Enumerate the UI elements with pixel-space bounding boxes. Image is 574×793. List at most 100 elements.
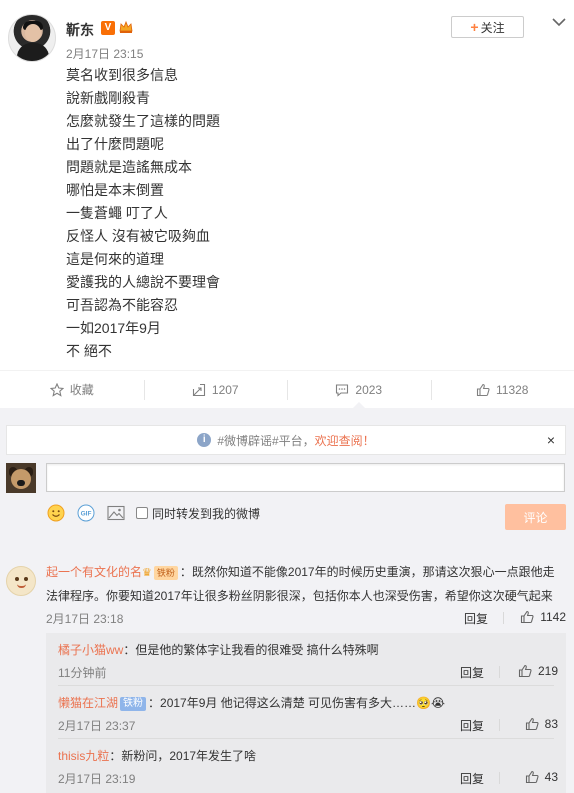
divider (503, 612, 504, 624)
comment-like-count: 1142 (540, 610, 566, 624)
post-line: 怎麼就發生了這樣的問題 (66, 113, 220, 129)
reply-like-button[interactable]: 43 (525, 770, 558, 784)
comment-list: 起一个有文化的名♛ 铁粉 ：既然你知道不能像2017年的时候历史重演，那请这次狠心一… (0, 543, 574, 793)
forward-button[interactable]: 1207 (143, 371, 288, 408)
forward-checkbox[interactable] (136, 507, 148, 519)
action-bar: 收藏 1207 2023 11328 (0, 370, 574, 408)
my-avatar[interactable] (6, 463, 36, 493)
comment-text: 起一个有文化的名♛ 铁粉 ：既然你知道不能像2017年的时候历史重演，那请这次狠心一… (46, 561, 566, 608)
reply-divider (58, 738, 554, 739)
thumbs-up-icon (518, 664, 532, 678)
replier-name[interactable]: thisis九粒 (58, 749, 109, 763)
reply-like-count: 219 (537, 664, 558, 678)
post-line: 可吾認為不能容忍 (66, 297, 178, 313)
like-count: 11328 (496, 382, 529, 397)
reply-like-count: 43 (544, 770, 558, 784)
post-line: 莫名收到很多信息 (66, 67, 178, 83)
follow-label: 关注 (480, 20, 505, 35)
reply-body: ：2017年9月 他记得这么清楚 可见伤害有多大……🥺😭 (148, 696, 446, 710)
post-line: 一如2017年9月 (66, 320, 161, 336)
commenter-avatar[interactable] (6, 566, 36, 596)
reply-meta: 11分钟前 回复 219 (58, 664, 558, 680)
svg-text:GIF: GIF (81, 511, 92, 518)
like-button[interactable]: 11328 (430, 371, 574, 408)
reply-button[interactable]: 回复 (464, 610, 488, 627)
reply-time: 11分钟前 (58, 666, 107, 680)
divider (499, 719, 500, 731)
reply-meta: 2月17日 23:19 回复 43 (58, 770, 558, 786)
post-line: 哪怕是本末倒置 (66, 182, 164, 198)
post-line: 出了什麼問題呢 (66, 136, 164, 152)
post-line: 一隻蒼蠅 叮了人 (66, 205, 168, 221)
thumbs-up-icon (525, 770, 539, 784)
star-icon (49, 382, 64, 397)
info-icon: i (197, 433, 212, 447)
reply-item: 橘子小猫ww：但是他的繁体字让我看的很难受 搞什么特殊啊 11分钟前 回复 21… (58, 641, 558, 680)
vip-crown-icon[interactable] (118, 19, 134, 35)
post-time[interactable]: 2月17日 23:15 (66, 45, 143, 62)
comment-icon (335, 383, 349, 397)
close-icon[interactable]: × (547, 432, 555, 448)
author-avatar[interactable] (8, 14, 56, 62)
gif-icon[interactable]: GIF (76, 503, 96, 523)
image-icon[interactable] (106, 503, 126, 523)
comment-like-button[interactable]: 1142 (520, 610, 566, 624)
thumbs-up-icon (525, 717, 539, 731)
reply-text: 懒猫在江湖 铁粉 ：2017年9月 他记得这么清楚 可见伤害有多大……🥺😭 (58, 694, 558, 712)
plus-icon: + (470, 19, 479, 35)
comment-count: 2023 (355, 382, 383, 397)
submit-comment-button[interactable]: 评论 (505, 504, 566, 530)
post-line: 反怪人 沒有被它吸夠血 (66, 228, 210, 244)
follow-button[interactable]: + 关注 (451, 16, 524, 38)
reply-button[interactable]: 回复 (460, 664, 484, 681)
post-line: 說新戲剛殺青 (66, 90, 150, 106)
divider (499, 772, 500, 784)
reply-like-button[interactable]: 219 (518, 664, 558, 678)
verified-badge-icon[interactable]: V (101, 21, 115, 35)
fan-badge[interactable]: 铁粉 (153, 565, 178, 580)
fan-badge[interactable]: 铁粉 (120, 696, 147, 711)
comment-meta: 2月17日 23:18 回复 1142 (46, 610, 566, 626)
post-line: 愛護我的人總說不要理會 (66, 274, 220, 290)
reply-body: ：新粉问，2017年发生了啥 (109, 749, 257, 763)
notice-link[interactable]: 欢迎查阅！ (315, 432, 375, 449)
divider (499, 666, 500, 678)
author-name[interactable]: 靳东 (66, 20, 94, 40)
reply-time: 2月17日 23:37 (58, 719, 136, 733)
commenter-name[interactable]: 起一个有文化的名 (46, 565, 142, 579)
reply-like-count: 83 (544, 717, 558, 731)
post-line: 不 絕不 (66, 343, 112, 359)
forward-icon (192, 383, 206, 397)
reply-button[interactable]: 回复 (460, 717, 484, 734)
reply-item: 懒猫在江湖 铁粉 ：2017年9月 他记得这么清楚 可见伤害有多大……🥺😭 2月17… (58, 694, 558, 733)
reply-meta: 2月17日 23:37 回复 83 (58, 717, 558, 733)
crown-icon: ♛ (142, 567, 152, 579)
post-content: 莫名收到很多信息 說新戲剛殺青 怎麼就發生了這樣的問題 出了什麼問題呢 問題就是… (66, 64, 546, 363)
replier-name[interactable]: 橘子小猫ww (58, 643, 123, 657)
thumbs-up-icon (521, 610, 534, 624)
reply-item: thisis九粒：新粉问，2017年发生了啥 2月17日 23:19 回复 43 (58, 747, 558, 786)
reply-list: 橘子小猫ww：但是他的繁体字让我看的很难受 搞什么特殊啊 11分钟前 回复 21… (46, 633, 566, 793)
forward-checkbox-label[interactable]: 同时转发到我的微博 (152, 505, 260, 522)
post-line: 這是何來的道理 (66, 251, 164, 267)
reply-text: thisis九粒：新粉问，2017年发生了啥 (58, 747, 558, 765)
reply-text: 橘子小猫ww：但是他的繁体字让我看的很难受 搞什么特殊啊 (58, 641, 558, 659)
reply-like-button[interactable]: 83 (525, 717, 558, 731)
emoji-icon[interactable] (46, 503, 66, 523)
chevron-down-icon[interactable] (551, 15, 567, 29)
favorite-label: 收藏 (69, 383, 94, 397)
thumbs-up-icon (476, 383, 490, 397)
weibo-post: 靳东 V 2月17日 23:15 + 关注 莫名收到很多信息 說新戲剛殺青 怎麼… (0, 0, 574, 370)
replier-name[interactable]: 懒猫在江湖 (58, 696, 118, 710)
post-line: 問題就是造謠無成本 (66, 159, 192, 175)
reply-divider (58, 685, 554, 686)
comment-input[interactable] (46, 463, 565, 492)
comment-compose-area: i #微博辟谣#平台， 欢迎查阅！ × GIF 同时转发到我的微博 评论 (0, 408, 574, 543)
notice-text: #微博辟谣#平台， (217, 433, 315, 448)
forward-count: 1207 (211, 382, 239, 397)
compose-toolbar: GIF 同时转发到我的微博 (46, 502, 260, 524)
favorite-button[interactable]: 收藏 (0, 371, 144, 408)
rumor-notice-bar[interactable]: i #微博辟谣#平台， 欢迎查阅！ × (6, 425, 566, 455)
reply-button[interactable]: 回复 (460, 770, 484, 787)
reply-time: 2月17日 23:19 (58, 772, 136, 786)
